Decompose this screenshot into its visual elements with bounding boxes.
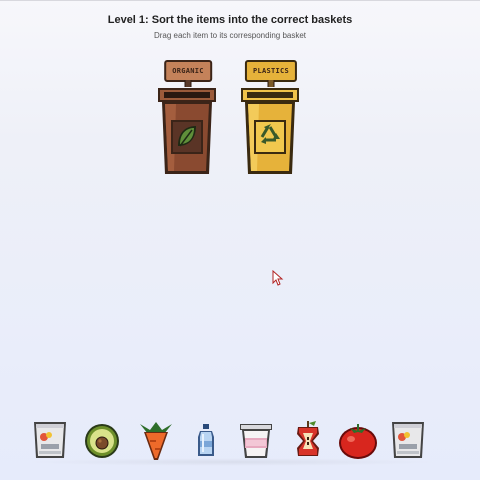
item-avocado[interactable] xyxy=(82,418,126,466)
avocado-icon xyxy=(85,424,119,458)
yogurt-cup-icon xyxy=(240,424,272,458)
level-instructions: Drag each item to its corresponding bask… xyxy=(153,31,307,40)
carrot-icon xyxy=(140,422,172,460)
plastics-basket-sign: PLASTICS xyxy=(244,60,298,82)
organic-basket-sign: ORGANIC xyxy=(164,60,212,82)
water-bottle-icon xyxy=(198,424,214,456)
item-water-bottle[interactable] xyxy=(186,418,230,466)
item-chip-bag[interactable] xyxy=(388,418,432,466)
apple-core-icon xyxy=(297,421,319,456)
chip-bag-icon xyxy=(34,422,66,458)
window-top-border xyxy=(0,0,480,1)
item-apple-core[interactable] xyxy=(288,418,332,466)
organic-basket[interactable]: ORGANIC xyxy=(156,60,220,178)
tomato-icon xyxy=(339,424,377,459)
plastics-basket[interactable]: PLASTICS xyxy=(239,60,303,178)
item-tomato[interactable] xyxy=(336,418,380,466)
level-title: Level 1: Sort the items into the correct… xyxy=(107,14,353,26)
item-chip-bag[interactable] xyxy=(30,418,74,466)
mouse-pointer-icon xyxy=(272,270,284,286)
organic-bin xyxy=(158,88,216,174)
chip-bag-icon xyxy=(392,422,424,458)
items-tray xyxy=(22,418,442,468)
item-yogurt-cup[interactable] xyxy=(236,418,280,466)
plastics-bin xyxy=(241,88,299,174)
item-carrot[interactable] xyxy=(134,418,178,466)
